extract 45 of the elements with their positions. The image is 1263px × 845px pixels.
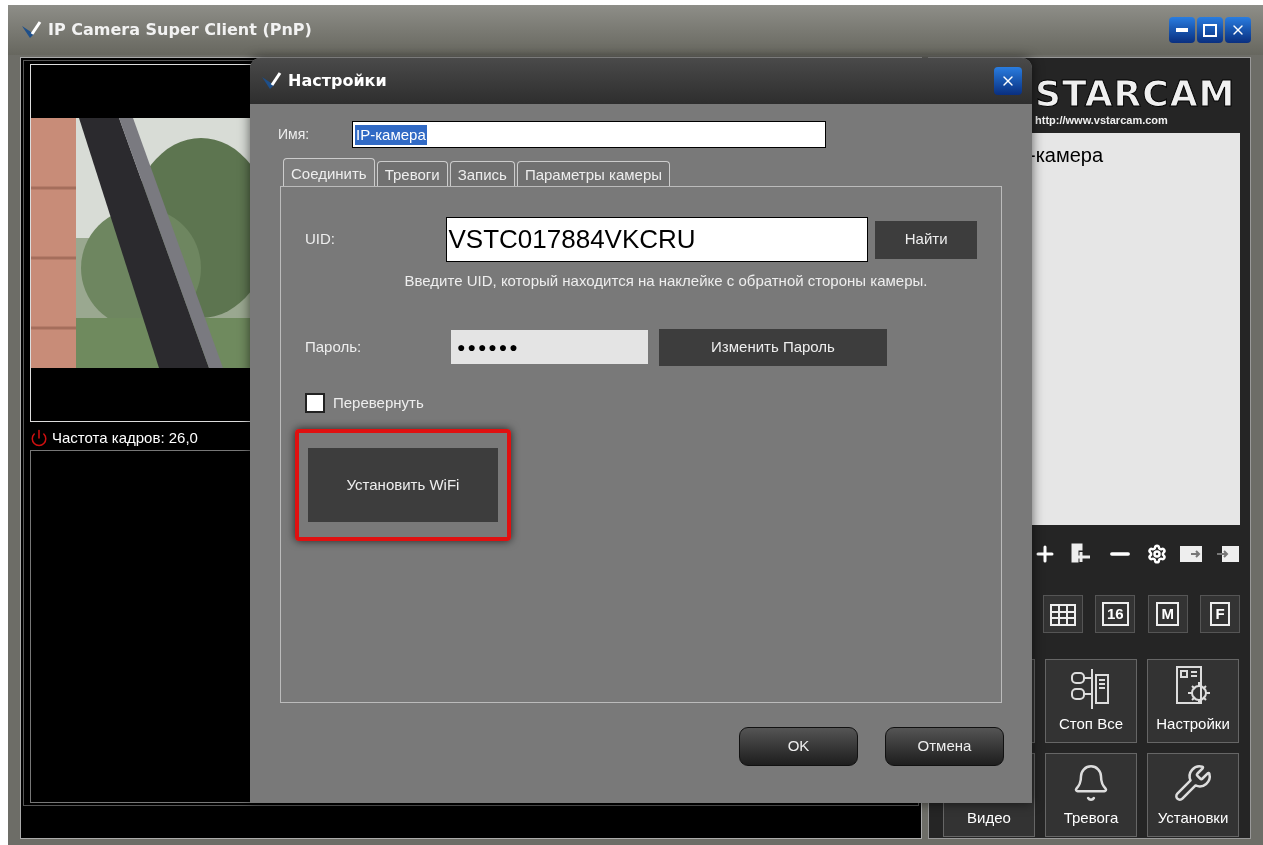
export-icon[interactable] xyxy=(1179,544,1204,563)
view-mode-button[interactable]: M xyxy=(1147,594,1188,633)
tab[interactable]: Параметры камеры xyxy=(516,161,671,186)
grid-view-button[interactable] xyxy=(1043,594,1083,633)
close-button[interactable] xyxy=(1225,17,1251,43)
action-button[interactable]: Стоп Все xyxy=(1045,658,1137,743)
website-link[interactable]: http://www.vstarcam.com xyxy=(1035,112,1168,129)
name-value: IP-камера xyxy=(355,124,427,145)
action-button[interactable]: Настройки xyxy=(1147,658,1239,743)
action-button[interactable]: Установки xyxy=(1147,752,1239,837)
grid-icon xyxy=(1050,601,1076,626)
camera-list-item[interactable]: -камера xyxy=(1029,142,1240,167)
frame-rate-text: Частота кадров: 26,0 xyxy=(52,427,198,448)
flip-checkbox[interactable] xyxy=(305,392,325,413)
view-mode-button[interactable]: F xyxy=(1200,594,1240,633)
import-icon[interactable] xyxy=(1215,544,1240,563)
starcam-logo: STARCAM xyxy=(1035,76,1236,112)
window-title: IP Camera Super Client (PnP) xyxy=(48,19,312,41)
tab[interactable]: Соединить xyxy=(283,158,375,186)
close-button[interactable] xyxy=(994,67,1022,95)
uid-field[interactable]: VSTC017884VKCRU xyxy=(445,217,869,262)
cancel-button[interactable]: Отмена xyxy=(885,727,1004,766)
tab[interactable]: Запись xyxy=(449,161,515,186)
find-button[interactable]: Найти xyxy=(875,220,977,259)
power-icon[interactable] xyxy=(30,429,48,447)
settings-icon[interactable] xyxy=(1146,543,1167,564)
maximize-button[interactable] xyxy=(1197,17,1223,43)
view-mode-button[interactable]: 16 xyxy=(1095,594,1136,633)
uid-hint: Введите UID, который находится на наклейке с обратной стороны камеры. xyxy=(403,271,929,291)
action-button[interactable]: Тревога xyxy=(1045,752,1137,837)
minimize-button[interactable] xyxy=(1169,17,1195,43)
app-logo-icon xyxy=(20,20,42,40)
wrench-icon xyxy=(1173,763,1213,803)
change-password-button[interactable]: Изменить Пароль xyxy=(659,328,887,366)
name-field[interactable]: IP-камера xyxy=(352,121,826,148)
tab[interactable]: Тревоги xyxy=(376,161,448,186)
flip-label: Перевернуть xyxy=(333,392,424,413)
password-field[interactable]: ●●●●●● xyxy=(451,330,648,364)
ok-button[interactable]: OK xyxy=(739,727,858,766)
password-label: Пароль: xyxy=(305,336,363,357)
uid-label: UID: xyxy=(305,229,336,250)
setup-wifi-button[interactable]: Установить WiFi xyxy=(308,448,498,522)
name-label: Имя: xyxy=(278,125,311,144)
dialog-title: Настройки xyxy=(288,70,387,92)
app-logo-icon xyxy=(260,71,282,91)
